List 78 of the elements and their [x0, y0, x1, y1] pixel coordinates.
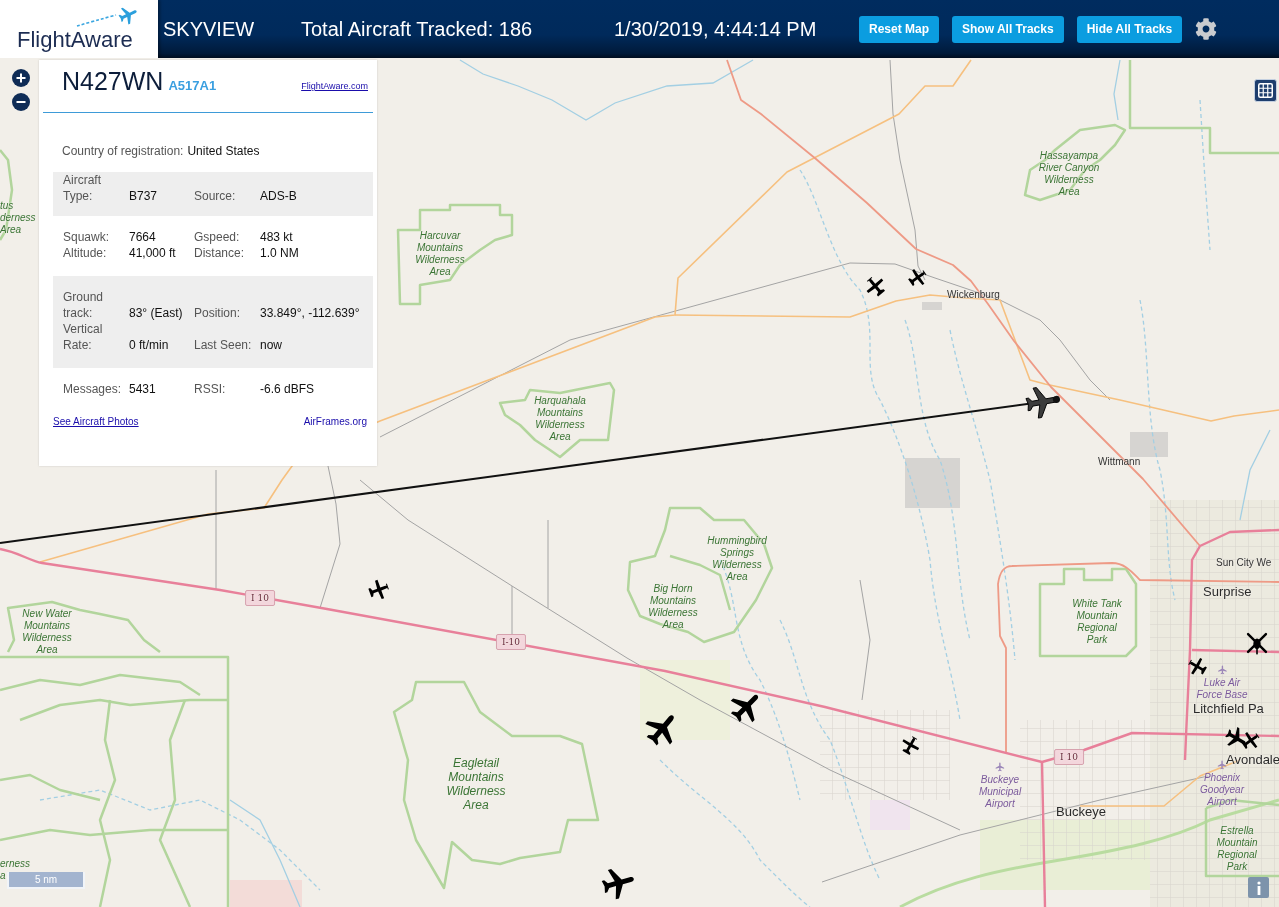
field-value: 7664	[129, 229, 157, 245]
airport-label: Phoenix Goodyear Airport	[1200, 772, 1244, 808]
field-label: RSSI:	[194, 381, 227, 397]
field-value: 5431	[129, 381, 157, 397]
field-label: Gspeed:	[194, 229, 241, 245]
city-label: Surprise	[1203, 584, 1252, 599]
park-label: New Water Mountains Wilderness Area	[22, 608, 72, 656]
country-value: United States	[187, 143, 260, 159]
built-up-area	[1130, 432, 1168, 457]
info-button[interactable]	[1248, 877, 1269, 898]
park-label: Eagletail Mountains Wilderness Area	[446, 756, 506, 812]
airport-label: Buckeye Municipal Airport	[978, 774, 1022, 810]
field-label: Messages:	[63, 381, 123, 397]
built-up-area	[922, 302, 942, 310]
grid-icon	[1258, 83, 1273, 98]
field-value: ADS-B	[260, 188, 298, 204]
park-label: Harcuvar Mountains Wilderness Area	[415, 230, 465, 278]
field-value: -6.6 dBFS	[260, 381, 316, 397]
park-label: Big Horn Mountains Wilderness Area	[648, 583, 698, 631]
airport-icon	[1217, 665, 1227, 675]
field-label: Ground track:	[63, 289, 105, 321]
field-label: Altitude:	[63, 245, 108, 261]
field-value: 41,000 ft	[129, 245, 177, 261]
field-label: Vertical Rate:	[63, 321, 104, 353]
park-label: Hassayampa River Canyon Wilderness Area	[1038, 150, 1100, 198]
park-label: Harquahala Mountains Wilderness Area	[534, 395, 586, 443]
park-label: Estrella Mountain Regional Park	[1216, 825, 1258, 873]
field-value: 0 ft/min	[129, 337, 170, 353]
panel-link[interactable]: See Aircraft Photos	[53, 416, 139, 428]
restricted-area	[230, 880, 302, 907]
field-label: Distance:	[194, 245, 246, 261]
country-label: Country of registration:	[62, 143, 184, 159]
airplane-icon[interactable]	[864, 275, 888, 299]
town-label: Sun City We	[1216, 557, 1272, 569]
layers-button[interactable]	[1254, 79, 1277, 102]
field-label: Source:	[194, 188, 237, 204]
helicopter-icon[interactable]	[1244, 630, 1270, 656]
info-icon	[1255, 880, 1262, 895]
highway-shield: I 10	[245, 590, 275, 606]
plus-icon	[16, 73, 26, 83]
industrial-area	[870, 800, 910, 830]
field-value: 483 kt	[260, 229, 294, 245]
built-up-area	[905, 458, 960, 508]
airplane-icon[interactable]	[1024, 384, 1060, 420]
field-value: now	[260, 337, 283, 353]
logo-wordmark: FlightAware	[17, 28, 133, 52]
park-label: Hummingbird Springs Wilderness Area	[707, 535, 767, 583]
airport-label: Luke Air Force Base	[1196, 677, 1248, 701]
town-label: Wickenburg	[947, 289, 1000, 301]
field-label: Squawk:	[63, 229, 111, 245]
city-label: Avondale	[1226, 752, 1279, 767]
park-label: tus derness Area	[0, 200, 36, 236]
aircraft-registration: N427WN	[62, 67, 164, 95]
airport-icon	[995, 762, 1005, 772]
city-label: Litchfield Pa	[1193, 701, 1264, 716]
field-value: B737	[129, 188, 159, 204]
scale-bar: 5 nm	[7, 872, 85, 889]
highway-shield: I-10	[495, 634, 527, 650]
app-title: SKYVIEW	[163, 17, 256, 41]
field-value: 33.849°, -112.639°	[260, 305, 361, 321]
field-value: 1.0 NM	[260, 245, 300, 261]
panel-link[interactable]: AirFrames.org	[303, 416, 367, 428]
town-label: Wittmann	[1098, 456, 1141, 468]
date-time: 1/30/2019, 4:44:14 PM	[614, 17, 818, 41]
river-line	[1113, 59, 1121, 121]
park-label: White Tank Mountain Regional Park	[1072, 598, 1122, 646]
aircraft-hex-code: A517A1	[168, 78, 217, 93]
aircraft-count: Total Aircraft Tracked: 186	[301, 17, 534, 41]
settings-icon[interactable]	[1195, 18, 1218, 40]
field-label: Last Seen:	[194, 337, 253, 353]
highway-shield: I 10	[1054, 749, 1084, 765]
website-link[interactable]: FlightAware.com	[301, 81, 368, 91]
field-label: Aircraft Type:	[63, 172, 102, 204]
field-label: Position:	[194, 305, 242, 321]
airplane-icon[interactable]	[366, 578, 390, 602]
airport-icon	[1217, 760, 1227, 770]
city-label: Buckeye	[1056, 804, 1106, 819]
field-value: 83° (East)	[129, 305, 184, 321]
